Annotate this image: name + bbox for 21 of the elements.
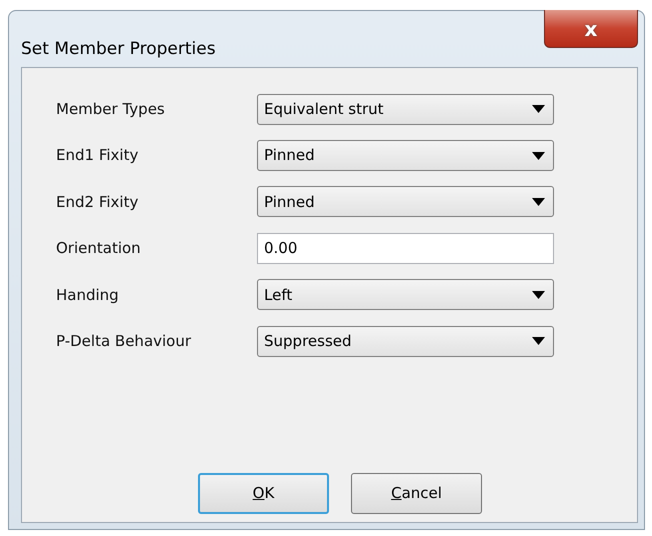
input-field[interactable]: 0.00 (257, 232, 554, 264)
close-button[interactable]: x (544, 10, 638, 48)
caret-icon (532, 152, 545, 160)
dropdown[interactable]: Pinned (257, 140, 554, 172)
caret-icon (532, 105, 545, 114)
caret-icon (532, 290, 545, 299)
dialog-button[interactable]: Cancel (351, 473, 482, 514)
field-label: Handing (56, 284, 120, 306)
dropdown[interactable]: Pinned (257, 186, 554, 218)
dropdown[interactable]: Equivalent strut (257, 94, 554, 125)
field-label: End2 Fixity (56, 192, 140, 213)
dialog-button[interactable]: OK (198, 473, 329, 514)
dropdown[interactable]: Suppressed (257, 326, 554, 357)
caret-icon (532, 337, 545, 346)
field-label: Orientation (56, 238, 142, 260)
caret-icon (532, 198, 545, 206)
field-label: End1 Fixity (56, 145, 140, 166)
field-label: Member Types (56, 98, 166, 120)
window-title: Set Member Properties (21, 38, 216, 61)
dropdown[interactable]: Left (257, 279, 554, 310)
field-label: P-Delta Behaviour (56, 330, 192, 352)
